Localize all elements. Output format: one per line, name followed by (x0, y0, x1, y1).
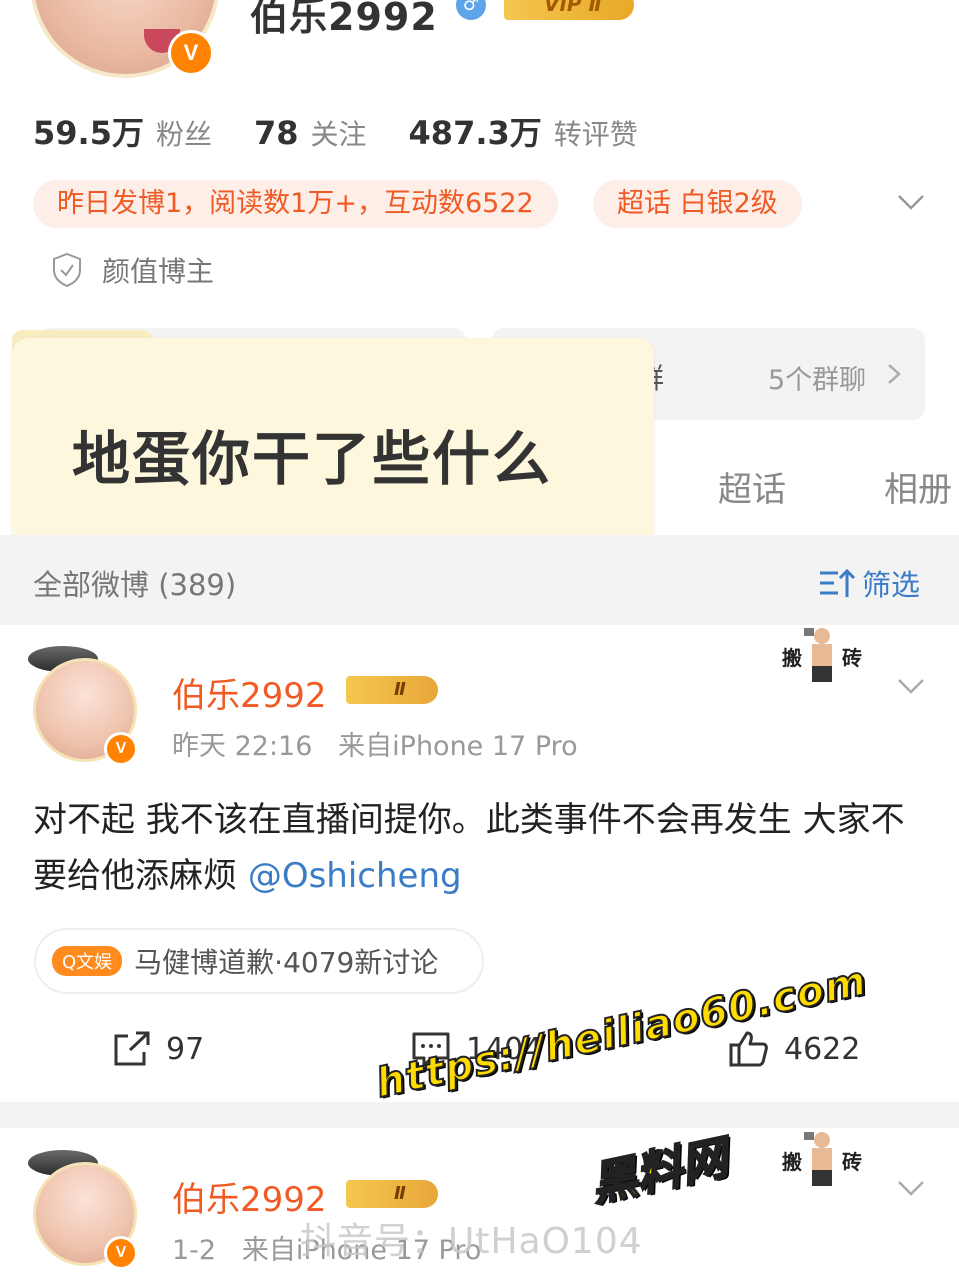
filter-button[interactable]: 筛选 (818, 562, 920, 604)
sticker-figure-icon (804, 1132, 832, 1186)
verified-badge: V (168, 30, 214, 76)
overlay-note-text: 地蛋你干了些什么 (72, 425, 553, 493)
like-button[interactable]: 4622 (728, 1030, 860, 1068)
tag-label: 颜值博主 (102, 255, 215, 288)
group-chat-count[interactable]: 5个群聊 (768, 358, 866, 397)
thumbs-up-icon (729, 1031, 768, 1067)
watermark-site: 黑料网 (585, 1129, 733, 1213)
post-author[interactable]: 伯乐2992 (172, 668, 327, 717)
filter-label: 筛选 (862, 568, 921, 602)
post-separator (0, 1102, 959, 1128)
feed-title: 全部微博 (389) (33, 568, 237, 602)
post-menu-chevron-icon[interactable] (896, 1178, 926, 1202)
verified-badge-small: V (104, 1236, 138, 1270)
chevron-right-icon (886, 362, 902, 390)
expand-profile-chevron-icon[interactable] (896, 186, 926, 219)
activity-pill[interactable]: 昨日发博1，阅读数1万+，互动数6522 (33, 180, 558, 228)
topic-text: 马健博道歉·4079新讨论 (134, 946, 439, 979)
followers-count[interactable]: 59.5万 (33, 108, 144, 154)
engagement-label: 转评赞 (553, 118, 638, 151)
repost-icon (114, 1031, 150, 1066)
brick-sticker: 搬 砖 (782, 626, 862, 686)
post-time: 1-2 (172, 1235, 217, 1266)
crown-badge[interactable]: Ⅱ (346, 676, 438, 704)
crown-badge[interactable]: Ⅱ (346, 1180, 438, 1208)
supertopic-pill[interactable]: 超话 白银2级 (593, 180, 802, 228)
sticker-label: 砖 (842, 1149, 862, 1174)
shield-icon (53, 252, 81, 288)
sticker-label: 砖 (842, 645, 862, 670)
sticker-label: 搬 (782, 645, 802, 670)
repost-count: 97 (166, 1031, 205, 1067)
brick-sticker: 搬 砖 (782, 1130, 862, 1190)
engagement-count[interactable]: 487.3万 (409, 108, 542, 154)
tab-album[interactable]: 相册 (884, 462, 952, 511)
post-meta: 昨天 22:16 来自iPhone 17 Pro (172, 724, 578, 763)
post-text: 对不起 我不该在直播间提你。此类事件不会再发生 大家不要给他添麻烦 (33, 800, 905, 896)
following-label: 关注 (310, 118, 367, 151)
repost-button[interactable]: 97 (110, 1030, 204, 1068)
sticker-label: 搬 (782, 1149, 802, 1174)
post-time: 昨天 22:16 (172, 731, 313, 762)
sticker-figure-icon (804, 628, 832, 682)
like-count: 4622 (784, 1031, 861, 1067)
post-source: 来自iPhone 17 Pro (338, 731, 578, 762)
topic-badge: Q文娱 (52, 946, 123, 976)
filter-icon (820, 568, 856, 597)
male-icon: ♂ (456, 0, 486, 20)
verified-badge-small: V (104, 732, 138, 766)
post-menu-chevron-icon[interactable] (896, 676, 926, 700)
post-body: 对不起 我不该在直播间提你。此类事件不会再发生 大家不要给他添麻烦 @Oshic… (33, 792, 923, 904)
mention-link[interactable]: @Oshicheng (248, 856, 462, 896)
topic-pill[interactable]: Q文娱 马健博道歉·4079新讨论 (34, 928, 484, 994)
followers-label: 粉丝 (155, 118, 212, 151)
tab-supertopic[interactable]: 超话 (718, 462, 786, 511)
following-count[interactable]: 78 (254, 114, 299, 152)
vip-badge[interactable]: VIP Ⅱ (504, 0, 634, 20)
watermark-douyin: 抖音号：UtHaO104 (300, 1221, 643, 1262)
profile-name: 伯乐2992 (250, 0, 438, 39)
profile-stats: 59.5万 粉丝 78 关注 487.3万 转评赞 (33, 108, 680, 154)
profile-tag: 颜值博主 (52, 250, 214, 290)
